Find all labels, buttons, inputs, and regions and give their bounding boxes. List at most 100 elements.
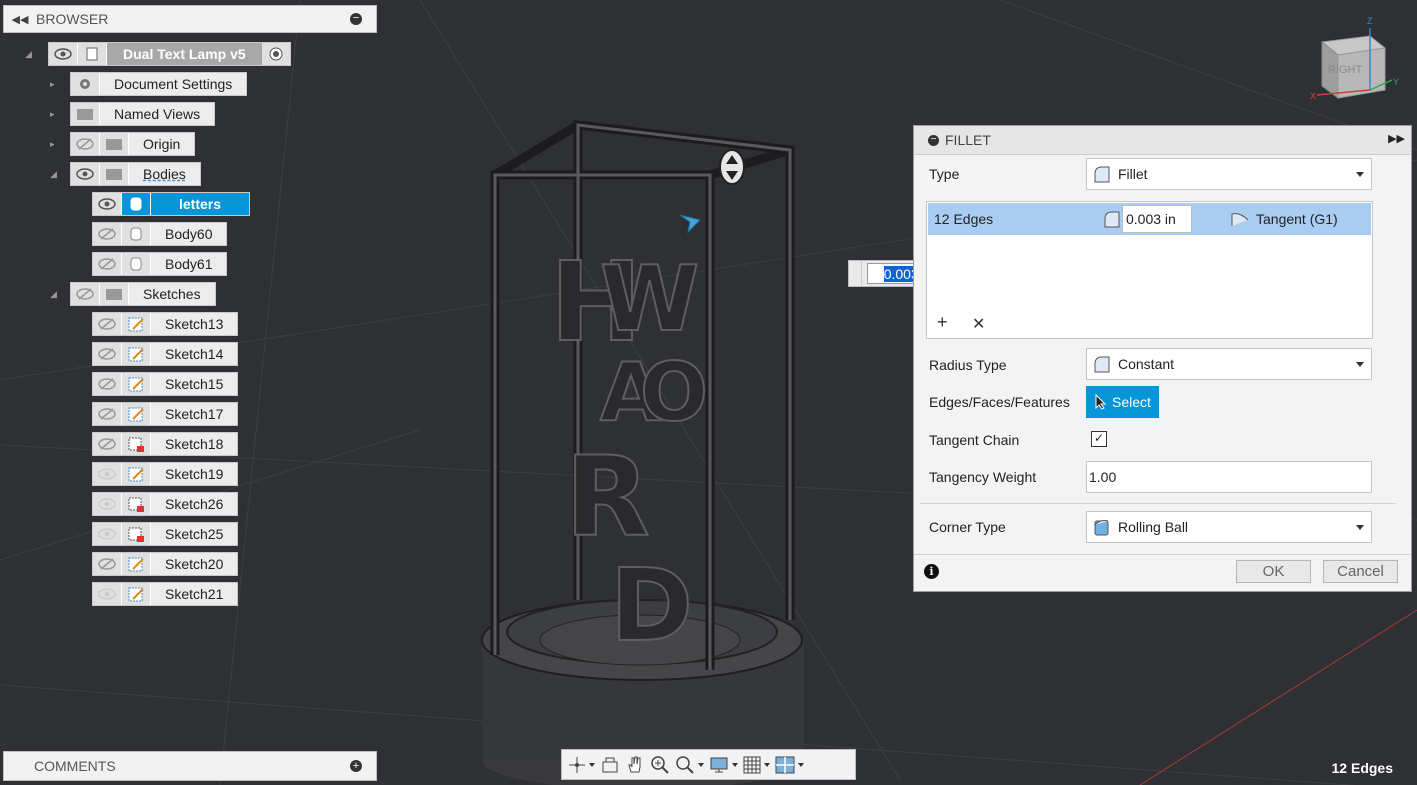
tree-toggle-icon[interactable]: ◢ [25, 49, 35, 59]
tree-origin[interactable]: Origin [70, 132, 196, 156]
eye-faded-icon[interactable] [93, 523, 122, 545]
tree-named-views[interactable]: Named Views [70, 102, 216, 126]
y-axis-label: Y [1393, 77, 1399, 87]
tree-label: Body60 [165, 226, 213, 242]
eye-icon[interactable] [49, 43, 78, 65]
component-icon [78, 43, 107, 65]
pan-button[interactable] [625, 753, 645, 777]
tree-label: Document Settings [114, 76, 233, 92]
tree-toggle-icon[interactable]: ▸ [50, 109, 60, 119]
tree-toggle-icon[interactable]: ▸ [50, 79, 60, 89]
activate-radio-icon[interactable] [261, 43, 290, 65]
tree-toggle-icon[interactable]: ◢ [50, 289, 60, 299]
folder-icon [100, 133, 129, 155]
tree-sketch[interactable]: Sketch15 [92, 372, 239, 396]
eye-hidden-icon[interactable] [93, 223, 122, 245]
tree-sketch[interactable]: Sketch26 [92, 492, 239, 516]
comments-panel[interactable]: COMMENTS + [3, 751, 377, 781]
eye-faded-icon[interactable] [93, 583, 122, 605]
view-cube-face-label: RIGHT [1328, 64, 1363, 76]
tree-document-settings[interactable]: Document Settings [70, 72, 248, 96]
drag-grip-icon[interactable] [849, 261, 862, 286]
ok-button[interactable]: OK [1236, 560, 1311, 583]
tangent-chain-label: Tangent Chain [929, 432, 1020, 448]
manipulator-handle-icon[interactable] [719, 149, 745, 185]
collapse-dialog-icon[interactable]: − [928, 134, 939, 146]
tree-sketch[interactable]: Sketch13 [92, 312, 239, 336]
fit-button[interactable] [675, 753, 704, 777]
locked-sketch-icon [122, 523, 151, 545]
eye-hidden-icon[interactable] [71, 283, 100, 305]
tree-sketch[interactable]: Sketch21 [92, 582, 239, 606]
tree-sketch[interactable]: Sketch19 [92, 462, 239, 486]
expand-dialog-icon[interactable]: ▶▶ [1388, 132, 1405, 145]
tree-sketch[interactable]: Sketch20 [92, 552, 239, 576]
eye-hidden-icon[interactable] [71, 133, 100, 155]
body-icon [122, 193, 151, 215]
grid-settings-button[interactable] [743, 753, 770, 777]
tree-label: Sketch19 [165, 466, 224, 482]
add-row-icon[interactable]: + [937, 312, 948, 333]
orbit-button[interactable] [568, 753, 595, 777]
add-comment-icon[interactable]: + [350, 760, 362, 772]
tree-body-body60[interactable]: Body60 [92, 222, 228, 246]
remove-row-icon[interactable]: ✕ [972, 314, 985, 334]
eye-hidden-icon[interactable] [93, 373, 122, 395]
sketch-icon [122, 403, 151, 425]
tree-label: Sketch20 [165, 556, 224, 572]
display-settings-button[interactable] [709, 753, 738, 777]
fillet-drag-arrow[interactable] [679, 214, 701, 234]
look-at-button[interactable] [600, 753, 620, 777]
eye-hidden-icon[interactable] [93, 343, 122, 365]
zoom-button[interactable] [650, 753, 670, 777]
edges-radius-input[interactable]: 0.003 in [1122, 205, 1192, 233]
tree-bodies[interactable]: Bodies [70, 162, 201, 186]
eye-hidden-icon[interactable] [93, 313, 122, 335]
collapse-panel-icon[interactable]: ◀◀ [8, 13, 32, 26]
eye-icon[interactable] [93, 193, 122, 215]
tree-sketch[interactable]: Sketch14 [92, 342, 239, 366]
view-cube[interactable]: RIGHT Z Y X [1310, 16, 1399, 101]
eye-hidden-icon[interactable] [93, 553, 122, 575]
radius-type-dropdown[interactable]: Constant [1086, 348, 1372, 380]
tree-body-letters[interactable]: letters [92, 192, 251, 216]
dialog-footer: i OK Cancel [914, 554, 1411, 592]
viewports-button[interactable] [775, 753, 804, 777]
fillet-dialog: − FILLET ▶▶ Type Fillet 12 Edges 0.003 i… [913, 125, 1412, 592]
tree-label: Origin [143, 136, 181, 152]
look-at-icon [602, 757, 618, 772]
eye-faded-icon[interactable] [93, 463, 122, 485]
tree-sketch[interactable]: Sketch17 [92, 402, 239, 426]
eye-faded-icon[interactable] [93, 493, 122, 515]
type-dropdown[interactable]: Fillet [1086, 158, 1372, 190]
tree-root-component[interactable]: Dual Text Lamp v5 [48, 42, 291, 66]
tangent-chain-checkbox[interactable]: ✓ [1091, 431, 1107, 447]
tangency-weight-label: Tangency Weight [929, 469, 1037, 485]
orbit-icon [569, 756, 585, 773]
eye-icon[interactable] [71, 163, 100, 185]
tree-label: Sketch25 [165, 526, 224, 542]
tree-sketch[interactable]: Sketch25 [92, 522, 239, 546]
eye-hidden-icon[interactable] [93, 433, 122, 455]
tree-body-body61[interactable]: Body61 [92, 252, 228, 276]
cancel-button[interactable]: Cancel [1323, 560, 1398, 583]
select-button[interactable]: Select [1086, 386, 1159, 418]
eye-hidden-icon[interactable] [93, 253, 122, 275]
tree-toggle-icon[interactable]: ▸ [50, 139, 60, 149]
zoom-window-icon [676, 755, 694, 774]
dialog-header[interactable]: − FILLET ▶▶ [914, 126, 1411, 155]
eye-hidden-icon[interactable] [93, 403, 122, 425]
continuity-value[interactable]: Tangent (G1) [1256, 211, 1338, 227]
fillet-type-icon [1094, 166, 1110, 183]
tree-toggle-icon[interactable]: ◢ [50, 169, 60, 179]
info-icon[interactable]: i [924, 564, 939, 579]
tree-sketches[interactable]: Sketches [70, 282, 216, 306]
selection-table: 12 Edges 0.003 in Tangent (G1) + ✕ [926, 201, 1373, 339]
minimize-icon[interactable]: − [350, 13, 362, 25]
tree-sketch[interactable]: Sketch18 [92, 432, 239, 456]
edges-selection-row[interactable]: 12 Edges 0.003 in Tangent (G1) [928, 203, 1371, 235]
tangency-weight-input[interactable]: 1.00 [1086, 461, 1372, 493]
folder-icon [100, 163, 129, 185]
folder-icon [71, 103, 100, 125]
corner-type-dropdown[interactable]: Rolling Ball [1086, 511, 1372, 543]
